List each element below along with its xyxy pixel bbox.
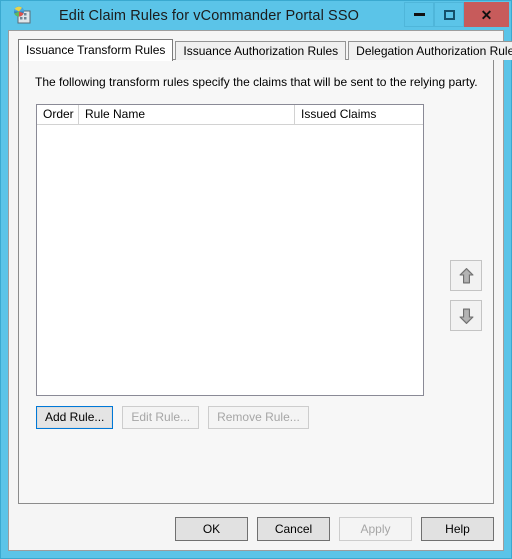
- edit-rule-button[interactable]: Edit Rule...: [122, 406, 200, 429]
- tab-delegation-authorization-rules[interactable]: Delegation Authorization Rules: [348, 41, 512, 60]
- dialog-client-area: Issuance Transform Rules Issuance Author…: [8, 30, 512, 551]
- list-header-row: Order Rule Name Issued Claims: [37, 105, 423, 125]
- tab-label: Issuance Transform Rules: [26, 43, 166, 57]
- title-bar[interactable]: Edit Claim Rules for vCommander Portal S…: [1, 1, 511, 30]
- maximize-icon: [443, 9, 455, 20]
- ok-button[interactable]: OK: [175, 517, 248, 541]
- tab-label: Delegation Authorization Rules: [356, 44, 512, 58]
- tab-panel-issuance-transform-rules: The following transform rules specify th…: [18, 59, 494, 504]
- remove-rule-button[interactable]: Remove Rule...: [208, 406, 309, 429]
- minimize-button[interactable]: [404, 2, 434, 27]
- arrow-up-icon: [459, 267, 473, 283]
- maximize-button[interactable]: [434, 2, 464, 27]
- adfs-console-icon: [13, 6, 32, 25]
- rules-list-view[interactable]: Order Rule Name Issued Claims: [36, 104, 424, 396]
- list-body-empty[interactable]: [37, 125, 423, 395]
- move-up-button[interactable]: [450, 260, 482, 291]
- move-down-button[interactable]: [450, 300, 482, 331]
- tab-label: Issuance Authorization Rules: [183, 44, 339, 58]
- apply-button[interactable]: Apply: [339, 517, 412, 541]
- minimize-icon: [413, 13, 425, 16]
- column-header-order[interactable]: Order: [37, 105, 79, 124]
- window-controls: ✕: [404, 2, 509, 27]
- close-icon: ✕: [480, 6, 493, 23]
- arrow-down-icon: [459, 308, 473, 324]
- cancel-button[interactable]: Cancel: [257, 517, 330, 541]
- tab-issuance-transform-rules[interactable]: Issuance Transform Rules: [18, 39, 174, 61]
- column-header-rule-name[interactable]: Rule Name: [79, 105, 295, 124]
- reorder-button-group: [450, 260, 482, 331]
- dialog-window: Edit Claim Rules for vCommander Portal S…: [0, 0, 512, 559]
- panel-description: The following transform rules specify th…: [35, 75, 478, 89]
- rule-action-buttons: Add Rule... Edit Rule... Remove Rule...: [36, 406, 309, 429]
- close-button[interactable]: ✕: [464, 2, 509, 27]
- tab-issuance-authorization-rules[interactable]: Issuance Authorization Rules: [175, 41, 347, 60]
- add-rule-button[interactable]: Add Rule...: [36, 406, 114, 429]
- dialog-footer: OK Cancel Apply Help: [175, 517, 494, 541]
- tab-strip: Issuance Transform Rules Issuance Author…: [18, 38, 512, 61]
- help-button[interactable]: Help: [421, 517, 494, 541]
- column-header-issued-claims[interactable]: Issued Claims: [295, 105, 423, 124]
